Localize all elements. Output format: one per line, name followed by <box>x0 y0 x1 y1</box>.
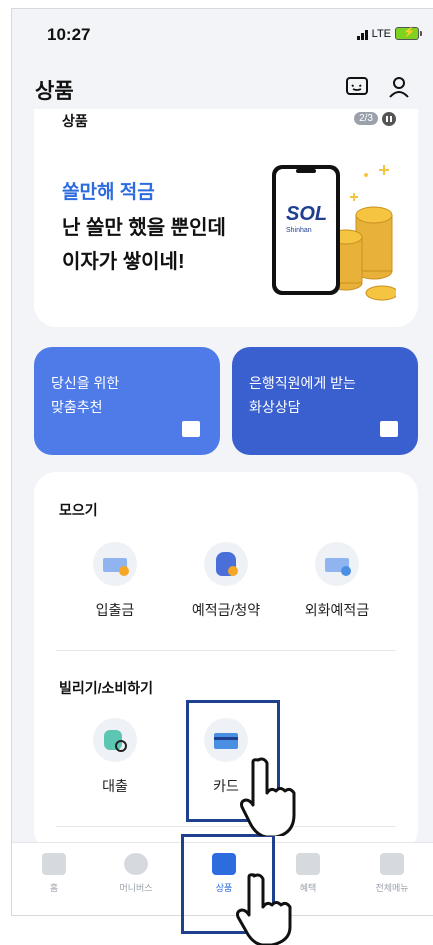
tile-recommend-line1: 당신을 위한 <box>51 375 120 391</box>
section-title-save: 모으기 <box>59 502 98 518</box>
battery-icon: ⚡ <box>395 27 422 40</box>
banner-headline-1: 난 쏠만 했을 뿐인데 <box>62 217 226 239</box>
page-title: 상품 <box>35 80 74 103</box>
section-divider-2 <box>56 826 396 827</box>
network-label: LTE <box>371 27 391 40</box>
signal-icon <box>356 28 368 40</box>
category-loan-label: 대출 <box>102 778 128 794</box>
tile-consult-line1: 은행직원에게 받는 <box>249 375 356 391</box>
deposit-icon <box>93 542 137 586</box>
phone-logo-text: SOL <box>286 203 328 225</box>
category-deposit[interactable]: 입출금 <box>60 542 170 620</box>
tile-video-consult[interactable]: 은행직원에게 받는 화상상담 <box>232 347 418 455</box>
badge-icon <box>182 421 200 437</box>
loan-search-icon <box>93 718 137 762</box>
moneyverse-icon <box>124 853 148 875</box>
pointer-hand-icon <box>240 757 296 836</box>
banner-section-label: 상품 <box>62 113 88 129</box>
tab-moneyverse[interactable]: 머니버스 <box>106 853 166 894</box>
tab-home-label: 홈 <box>49 883 59 893</box>
category-savings-label: 예적금/청약 <box>191 602 261 618</box>
profile-icon[interactable] <box>385 73 413 101</box>
banner-subtitle: 쏠만해 적금 <box>62 182 155 203</box>
pointer-hand-icon-2 <box>236 873 292 945</box>
chat-icon[interactable] <box>343 73 371 101</box>
status-bar: 10:27 LTE ⚡ <box>12 9 433 57</box>
category-savings[interactable]: 예적금/청약 <box>171 542 281 620</box>
tab-all-menu-label: 전체메뉴 <box>375 883 409 893</box>
pause-icon[interactable] <box>382 112 396 126</box>
tab-home[interactable]: 홈 <box>24 853 84 894</box>
home-icon <box>42 853 66 875</box>
foreign-currency-icon <box>315 542 359 586</box>
tile-consult-line2: 화상상담 <box>249 399 301 415</box>
status-time: 10:27 <box>47 25 91 44</box>
app-header: 상품 <box>12 57 433 117</box>
promo-banner[interactable]: 상품 2/3 쏠만해 적금 난 쏠만 했을 뿐인데 이자가 쌓이네! SOL S… <box>34 109 418 327</box>
phone-logo-sub: Shinhan <box>286 227 312 234</box>
category-foreign-label: 외화예적금 <box>304 602 370 618</box>
tile-recommend-line2: 맞춤추천 <box>51 399 103 415</box>
grid-menu-icon <box>380 853 404 875</box>
tab-moneyverse-label: 머니버스 <box>119 883 153 893</box>
status-indicators: LTE ⚡ <box>356 27 422 40</box>
savings-bag-icon <box>204 542 248 586</box>
banner-headline-2: 이자가 쌓이네! <box>62 251 185 273</box>
tab-all-menu[interactable]: 전체메뉴 <box>362 853 422 894</box>
section-divider <box>56 650 396 651</box>
contact-card-icon <box>380 421 398 437</box>
category-loan[interactable]: 대출 <box>60 718 170 796</box>
banner-pager: 2/3 <box>354 112 378 125</box>
category-foreign-savings[interactable]: 외화예적금 <box>282 542 392 620</box>
section-title-borrow: 빌리기/소비하기 <box>59 680 154 696</box>
tile-recommend[interactable]: 당신을 위한 맞춤추천 <box>34 347 220 455</box>
category-deposit-label: 입출금 <box>95 602 135 618</box>
